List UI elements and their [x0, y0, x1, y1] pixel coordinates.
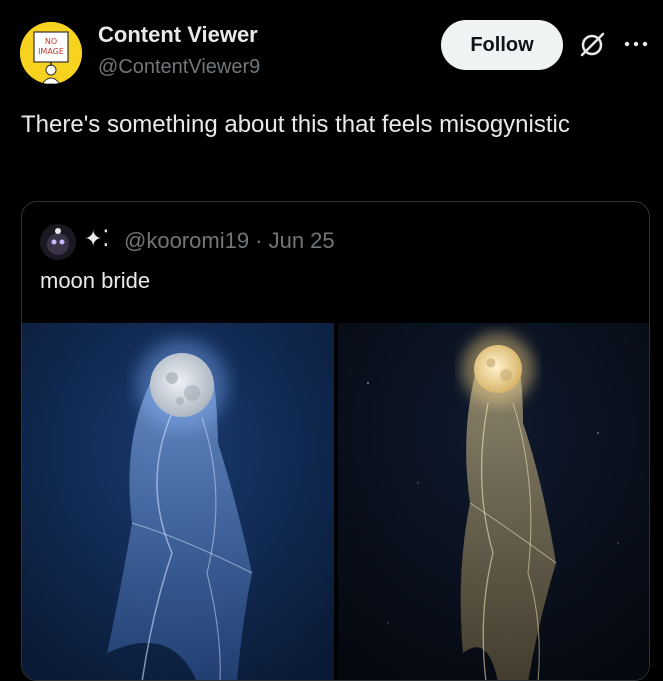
media-image-golden-veil[interactable] [338, 323, 650, 681]
author-avatar[interactable]: NO IMAGE [20, 22, 82, 84]
more-options-icon[interactable] [623, 34, 649, 54]
quoted-handle-date[interactable]: @kooromi19 · Jun 25 [124, 228, 335, 254]
author-name[interactable]: Content Viewer [98, 22, 258, 48]
quoted-post-text: moon bride [40, 268, 151, 293]
no-image-placeholder-icon: NO IMAGE [20, 22, 82, 84]
post-text: There's something about this that feels … [21, 111, 570, 138]
avatar-sign-line1: NO [45, 37, 57, 46]
grok-icon[interactable] [577, 30, 607, 60]
avatar-sign-line2: IMAGE [38, 47, 64, 56]
quoted-post[interactable]: ✦⁚ @kooromi19 · Jun 25 moon bride [21, 201, 650, 681]
quoted-author-avatar[interactable] [40, 224, 76, 260]
media-image-blue-veil[interactable] [22, 323, 334, 681]
quoted-media[interactable] [22, 323, 650, 681]
author-handle[interactable]: @ContentViewer9 [98, 56, 260, 79]
sparkle-emoji: ✦⁚ [84, 226, 110, 251]
follow-button[interactable]: Follow [441, 20, 563, 70]
quoted-avatar-image [40, 224, 76, 260]
